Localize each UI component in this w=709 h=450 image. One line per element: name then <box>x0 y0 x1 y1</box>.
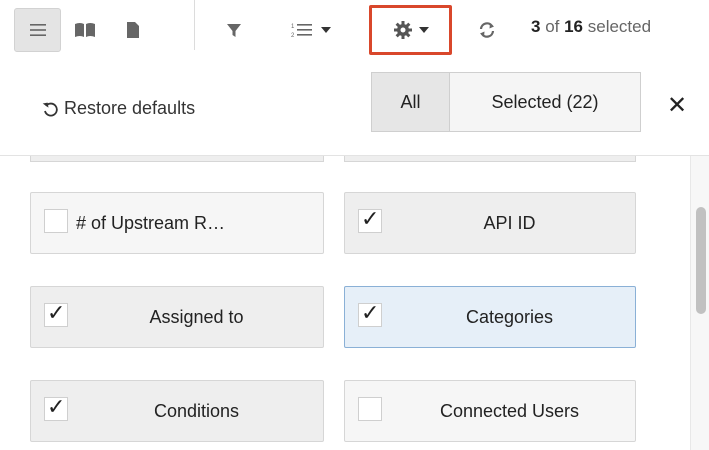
sort-dropdown-button[interactable]: 1 2 <box>276 8 346 52</box>
field-item-partial[interactable] <box>344 156 636 162</box>
page-view-button[interactable] <box>110 8 156 52</box>
field-label: Connected Users <box>439 400 580 421</box>
filter-button[interactable] <box>212 8 256 52</box>
field-item-conditions[interactable]: ✓ Conditions <box>30 380 324 442</box>
restore-defaults-link[interactable]: Restore defaults <box>42 98 195 119</box>
field-item-upstream[interactable]: # of Upstream R… <box>30 192 324 254</box>
checkmark-icon: ✓ <box>361 300 380 325</box>
field-item-assigned-to[interactable]: ✓ Assigned to <box>30 286 324 348</box>
checkmark-icon: ✓ <box>47 300 66 325</box>
column-settings-button[interactable] <box>369 5 452 55</box>
restore-defaults-label: Restore defaults <box>64 98 196 118</box>
filter-icon <box>227 24 241 37</box>
field-checkbox[interactable] <box>44 209 68 233</box>
field-label: Categories <box>465 306 554 327</box>
field-label: # of Upstream R… <box>76 212 226 233</box>
close-button[interactable]: ✕ <box>667 94 687 118</box>
toolbar-divider <box>194 0 195 50</box>
svg-text:2: 2 <box>291 33 295 38</box>
page-view-icon <box>127 22 139 38</box>
sort-list-icon: 1 2 <box>291 24 312 38</box>
tab-all[interactable]: All <box>371 72 450 132</box>
field-checkbox[interactable]: ✓ <box>44 300 68 327</box>
chevron-down-icon <box>321 27 331 33</box>
selection-of-text: of <box>540 17 565 36</box>
tab-selected[interactable]: Selected (22) <box>449 72 641 132</box>
selection-suffix: selected <box>583 17 652 36</box>
chevron-down-icon <box>418 27 429 33</box>
field-checkbox[interactable]: ✓ <box>358 300 382 327</box>
tab-all-label: All <box>400 91 421 112</box>
scrollbar-thumb[interactable] <box>696 207 706 314</box>
checkmark-icon: ✓ <box>361 206 380 231</box>
toolbar: 1 2 3 of 16 selected <box>0 0 709 60</box>
refresh-icon <box>479 22 495 38</box>
refresh-button[interactable] <box>462 8 512 52</box>
field-label: Assigned to <box>149 306 244 327</box>
gear-icon <box>393 21 412 39</box>
column-chooser-header: Restore defaults All Selected (22) ✕ <box>0 60 709 156</box>
list-view-button[interactable] <box>14 8 61 52</box>
field-item-api-id[interactable]: ✓ API ID <box>344 192 636 254</box>
book-view-icon <box>75 23 95 37</box>
field-label: API ID <box>483 212 536 233</box>
selection-count: 3 of 16 selected <box>531 17 651 37</box>
checkmark-icon: ✓ <box>47 394 66 419</box>
list-view-icon <box>29 24 46 36</box>
close-icon: ✕ <box>667 92 688 119</box>
field-checkbox[interactable]: ✓ <box>44 394 68 421</box>
field-checkbox[interactable]: ✓ <box>358 206 382 233</box>
field-label: Conditions <box>153 400 240 421</box>
field-checkbox[interactable] <box>358 397 382 421</box>
column-field-grid: # of Upstream R… ✓ API ID ✓ Assigned to … <box>0 156 690 450</box>
field-item-categories[interactable]: ✓ Categories <box>344 286 636 348</box>
undo-icon <box>42 102 58 116</box>
selection-total-value: 16 <box>564 17 584 36</box>
field-item-partial[interactable] <box>30 156 324 162</box>
tab-selected-label: Selected (22) <box>491 91 599 112</box>
field-item-connected-users[interactable]: Connected Users <box>344 380 636 442</box>
svg-text:1: 1 <box>291 24 295 30</box>
book-view-button[interactable] <box>62 8 108 52</box>
